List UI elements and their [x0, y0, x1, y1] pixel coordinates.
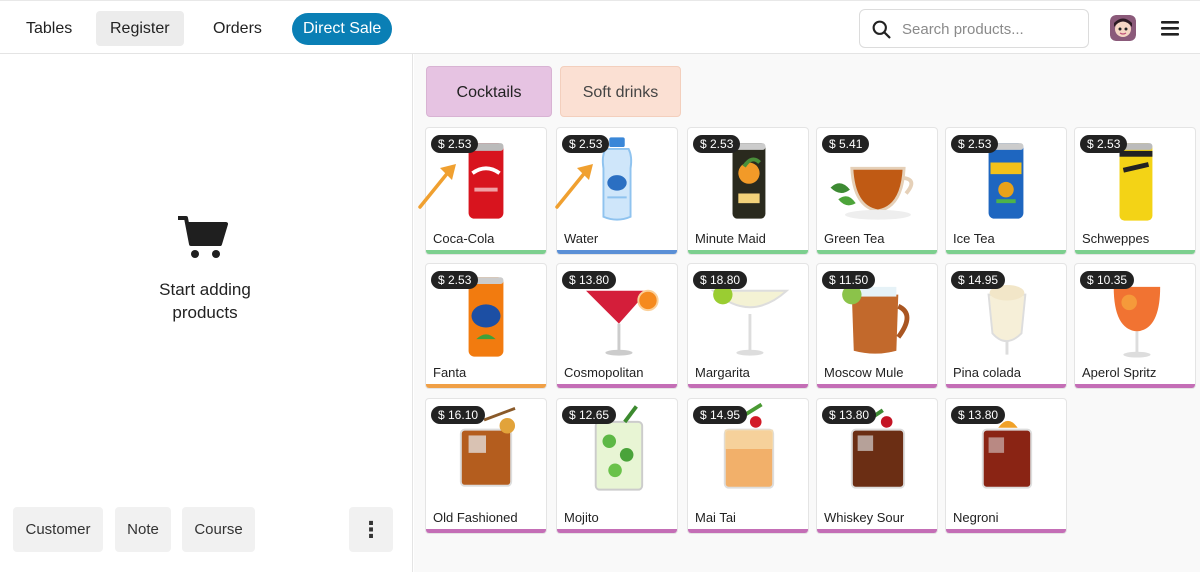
tab-orders[interactable]: Orders	[199, 11, 276, 46]
tab-register[interactable]: Register	[96, 11, 184, 46]
category-color-bar	[557, 250, 677, 254]
product-name: Old Fashioned	[433, 510, 518, 525]
category-color-bar	[817, 384, 937, 388]
product-card[interactable]: $ 2.53 Ice Tea	[945, 127, 1067, 255]
product-name: Moscow Mule	[824, 365, 904, 380]
user-avatar[interactable]	[1110, 15, 1136, 41]
cart-panel: Start adding products Customer Note Cour…	[0, 54, 413, 572]
product-name: Ice Tea	[953, 231, 995, 246]
product-card[interactable]: $ 2.53 Minute Maid	[687, 127, 809, 255]
product-name: Water	[564, 231, 599, 246]
product-name: Pina colada	[953, 365, 1021, 380]
product-card[interactable]: $ 16.10 Old Fashioned	[425, 398, 547, 534]
price-badge: $ 12.65	[562, 406, 617, 424]
price-badge: $ 2.53	[951, 135, 999, 153]
category-color-bar	[557, 529, 677, 533]
top-bar: Tables Register Orders Direct Sale	[0, 0, 1200, 54]
price-badge: $ 13.80	[822, 406, 877, 424]
category-color-bar	[817, 250, 937, 254]
product-card[interactable]: $ 13.80 Negroni	[945, 398, 1067, 534]
price-badge: $ 2.53	[693, 135, 741, 153]
product-name: Mojito	[564, 510, 599, 525]
category-color-bar	[946, 529, 1066, 533]
product-name: Cosmopolitan	[564, 365, 644, 380]
tab-tables[interactable]: Tables	[12, 11, 86, 46]
price-badge: $ 5.41	[822, 135, 870, 153]
arrow-annotation-icon	[418, 164, 456, 209]
product-card[interactable]: $ 14.95 Mai Tai	[687, 398, 809, 534]
product-name: Negroni	[953, 510, 999, 525]
product-name: Schweppes	[1082, 231, 1150, 246]
product-name: Minute Maid	[695, 231, 766, 246]
price-badge: $ 13.80	[951, 406, 1006, 424]
product-card[interactable]: $ 13.80 Whiskey Sour	[816, 398, 938, 534]
customer-button[interactable]: Customer	[13, 507, 103, 552]
product-name: Whiskey Sour	[824, 510, 905, 525]
category-color-bar	[557, 384, 677, 388]
category-soft-drinks[interactable]: Soft drinks	[560, 66, 681, 117]
category-color-bar	[1075, 384, 1195, 388]
product-card[interactable]: $ 10.35 Aperol Spritz	[1074, 263, 1196, 389]
product-card[interactable]: $ 11.50 Moscow Mule	[816, 263, 938, 389]
product-name: Fanta	[433, 365, 467, 380]
shopping-cart-icon	[178, 216, 228, 258]
price-badge: $ 14.95	[693, 406, 748, 424]
empty-cart-line2: products	[172, 303, 238, 322]
product-name: Green Tea	[824, 231, 885, 246]
price-badge: $ 13.80	[562, 271, 617, 289]
category-color-bar	[1075, 250, 1195, 254]
price-badge: $ 2.53	[431, 135, 479, 153]
product-name: Margarita	[695, 365, 750, 380]
category-color-bar	[688, 529, 808, 533]
product-name: Coca-Cola	[433, 231, 495, 246]
empty-cart-line1: Start adding	[159, 280, 251, 299]
product-name: Mai Tai	[695, 510, 736, 525]
category-color-bar	[426, 529, 546, 533]
category-color-bar	[688, 384, 808, 388]
product-name: Aperol Spritz	[1082, 365, 1157, 380]
vertical-dots-icon: ⋮	[360, 517, 382, 542]
products-panel: Cocktails Soft drinks $ 2.53 Coca-Cola $ 2…	[414, 54, 1200, 572]
price-badge: $ 2.53	[562, 135, 610, 153]
price-badge: $ 11.50	[822, 271, 876, 289]
category-cocktails[interactable]: Cocktails	[426, 66, 552, 117]
empty-cart-message: Start adding products	[130, 278, 280, 324]
product-card[interactable]: $ 5.41 Green Tea	[816, 127, 938, 255]
category-color-bar	[688, 250, 808, 254]
price-badge: $ 2.53	[431, 271, 479, 289]
product-card[interactable]: $ 13.80 Cosmopolitan	[556, 263, 678, 389]
hamburger-menu-icon[interactable]	[1159, 17, 1181, 39]
direct-sale-button[interactable]: Direct Sale	[292, 13, 393, 45]
price-badge: $ 16.10	[431, 406, 486, 424]
note-button[interactable]: Note	[115, 507, 171, 552]
course-button[interactable]: Course	[182, 507, 255, 552]
search-box[interactable]	[859, 9, 1089, 48]
category-color-bar	[426, 250, 546, 254]
price-badge: $ 14.95	[951, 271, 1006, 289]
category-color-bar	[426, 384, 546, 388]
product-card[interactable]: $ 2.53 Schweppes	[1074, 127, 1196, 255]
category-color-bar	[817, 529, 937, 533]
category-color-bar	[946, 250, 1066, 254]
product-card[interactable]: $ 12.65 Mojito	[556, 398, 678, 534]
category-color-bar	[946, 384, 1066, 388]
price-badge: $ 2.53	[1080, 135, 1128, 153]
search-input[interactable]	[902, 18, 1082, 40]
product-card[interactable]: $ 14.95 Pina colada	[945, 263, 1067, 389]
product-card[interactable]: $ 2.53 Fanta	[425, 263, 547, 389]
more-options-button[interactable]: ⋮	[349, 507, 393, 552]
search-icon	[872, 20, 891, 39]
price-badge: $ 10.35	[1080, 271, 1135, 289]
arrow-annotation-icon	[555, 164, 593, 209]
product-card[interactable]: $ 18.80 Margarita	[687, 263, 809, 389]
price-badge: $ 18.80	[693, 271, 748, 289]
